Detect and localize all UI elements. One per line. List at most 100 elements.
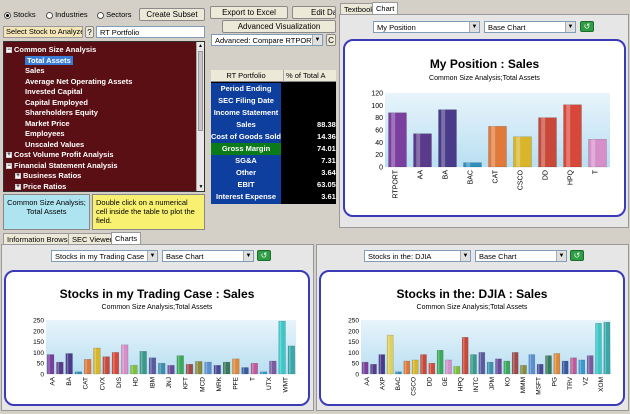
compare-small-button[interactable]: C [326,34,336,46]
bar-highlight [57,362,60,374]
tree-item[interactable]: − Common Size Analysis [6,45,204,56]
table-row[interactable]: EBT59.439 [211,203,336,204]
tree-item[interactable]: + Cost Volume Profit Analysis [6,150,204,161]
x-tick-label: HD [133,377,140,387]
bl-chart-type-select[interactable]: Base Chart ▼ [162,250,254,262]
chart-title: Stocks in the: DJIA : Sales [396,287,548,301]
table-row[interactable]: Interest Expense3.614 [211,191,336,203]
table-row[interactable]: Gross Margin74.018 [211,143,336,155]
radio-stocks[interactable]: Stocks [4,10,36,19]
tree-item[interactable]: Sales [6,66,204,77]
row-value[interactable] [282,83,336,94]
position-select[interactable]: My Position ▼ [373,21,480,33]
tree-item-label: Market Price [25,118,70,128]
expand-icon[interactable]: + [15,173,21,180]
table-row[interactable]: Sales88.384 [211,119,336,131]
table-row[interactable]: Income Statement [211,107,336,119]
advanced-compare-select[interactable]: Advanced: Compare RTPORT to ▼ [211,34,323,46]
grid-header: RT Portfolio % of Total A [211,70,336,82]
portfolio-select[interactable]: RT Portfolio [96,26,205,38]
refresh-chart-icon[interactable]: ↺ [257,250,271,261]
tree-item[interactable]: + Price Ratios [6,182,204,192]
radio-label: Stocks [13,10,36,19]
tree-item[interactable]: − Financial Statement Analysis [6,161,204,172]
radio-dot [46,11,53,19]
tree-item[interactable]: Average Net Operating Assets [6,77,204,88]
tree-scrollbar[interactable]: ▲ ▼ [196,42,204,191]
tree-item[interactable]: Capital Employed [6,98,204,109]
portfolio-select-value: RT Portfolio [100,28,140,37]
refresh-chart-icon[interactable]: ↺ [580,21,594,32]
row-value[interactable] [282,95,336,106]
expand-icon[interactable]: + [15,183,21,190]
bottom-left-chart-panel: Stocks in my Trading Case : Sales Common… [4,270,310,406]
edit-data-button[interactable]: Edit Da [292,6,336,19]
tree-item-label: Unscaled Values [25,139,85,149]
row-label: Income Statement [211,107,281,119]
table-row[interactable]: SG&A7.319 [211,155,336,167]
row-value[interactable]: 7.319 [282,155,336,166]
row-value[interactable]: 63.053 [282,179,336,190]
row-value[interactable]: 3.645 [282,167,336,178]
x-tick-label: MMM [520,377,527,393]
bar-highlight [579,359,582,374]
row-value[interactable]: 14.366 [282,131,336,142]
expand-icon[interactable]: + [6,152,12,159]
row-value[interactable] [282,107,336,118]
tab-charts[interactable]: Charts [111,232,142,244]
col-header-portfolio[interactable]: RT Portfolio [211,70,281,82]
row-value[interactable]: 3.614 [282,191,336,202]
chevron-down-icon: ▼ [312,35,322,45]
radio-industries[interactable]: Industries [46,10,88,19]
table-row[interactable]: SEC Filing Date [211,95,336,107]
scroll-up-icon[interactable]: ▲ [197,42,204,50]
trading-case-select[interactable]: Stocks in my Trading Case ▼ [51,250,158,262]
bar-highlight [159,363,161,374]
table-row[interactable]: Other3.645 [211,167,336,179]
tree-item[interactable]: Market Price [6,119,204,130]
table-row[interactable]: EBIT63.053 [211,179,336,191]
col-header-percent[interactable]: % of Total A [283,70,336,82]
row-value[interactable]: 88.384 [282,119,336,130]
y-tick-label: 0 [379,165,383,172]
tree-item[interactable]: Unscaled Values [6,140,204,151]
bar-highlight [140,351,143,374]
tab-chart[interactable]: Chart [372,2,399,14]
y-tick-label: 200 [348,328,359,335]
collapse-icon[interactable]: − [6,47,12,54]
help-button[interactable]: ? [85,26,94,38]
chart-type-select[interactable]: Base Chart ▼ [484,21,576,33]
bar-highlight [454,366,457,374]
refresh-chart-icon[interactable]: ↺ [570,250,584,261]
bar-highlight [521,365,523,374]
bar [445,359,452,375]
y-tick-label: 50 [352,361,360,368]
scroll-thumb[interactable] [198,51,203,131]
analysis-tree[interactable]: − Common Size Analysis Total Assets Sales Av… [3,41,205,192]
bar-highlight [429,363,432,374]
row-value[interactable]: 59.439 [282,203,336,204]
br-chart-type-select[interactable]: Base Chart ▼ [475,250,567,262]
table-row[interactable]: Cost of Goods Sold14.366 [211,131,336,143]
table-row[interactable]: Period Ending [211,83,336,95]
radio-sectors[interactable]: Sectors [97,10,132,19]
x-tick-label: XOM [598,377,605,392]
tree-item[interactable]: Employees [6,129,204,140]
export-excel-button[interactable]: Export to Excel [210,6,288,19]
row-value[interactable]: 74.018 [282,143,336,154]
collapse-icon[interactable]: − [6,162,12,169]
x-tick-label: WMT [283,377,290,393]
data-grid[interactable]: RT Portfolio % of Total A Period Ending S… [211,70,336,204]
y-tick-label: 120 [371,91,383,98]
create-subset-button[interactable]: Create Subset [139,8,205,21]
djia-select[interactable]: Stocks in the: DJIA ▼ [364,250,471,262]
tree-item[interactable]: Shareholders Equity [6,108,204,119]
advanced-visualization-button[interactable]: Advanced Visualization [222,20,336,33]
y-tick-label: 0 [355,372,359,379]
tree-item[interactable]: + Business Ratios [6,171,204,182]
tree-item[interactable]: Invested Capital [6,87,204,98]
y-tick-label: 50 [37,361,45,368]
tree-item[interactable]: Total Assets [6,55,204,67]
bar-highlight [541,117,546,167]
scroll-down-icon[interactable]: ▼ [197,183,205,191]
